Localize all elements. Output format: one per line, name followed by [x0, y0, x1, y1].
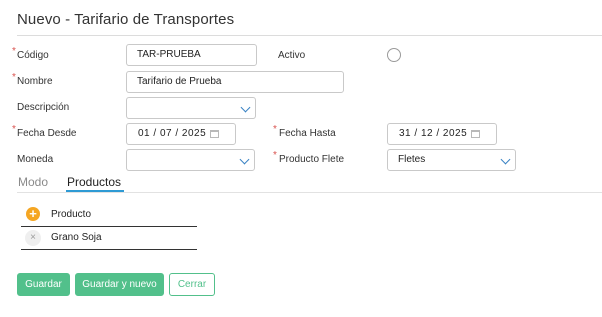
descripcion-label: Descripción — [17, 102, 70, 113]
activo-label: Activo — [278, 50, 306, 61]
fecha-hasta-input[interactable]: 31 / 12 / 2025 — [387, 123, 497, 145]
productos-grid: + Producto × Grano Soja — [21, 204, 197, 250]
calendar-icon[interactable] — [210, 130, 219, 138]
chevron-down-icon — [500, 154, 511, 165]
fecha-desde-label: Fecha Desde — [17, 128, 77, 139]
nombre-value: Tarifario de Prueba — [137, 76, 222, 87]
nombre-label: Nombre — [17, 76, 53, 87]
required-marker: * — [12, 46, 16, 57]
close-button[interactable]: Cerrar — [169, 273, 215, 296]
codigo-input[interactable]: TAR-PRUEBA — [126, 44, 257, 66]
grid-header-producto: Producto — [51, 209, 92, 220]
save-and-new-button[interactable]: Guardar y nuevo — [75, 273, 164, 296]
descripcion-select[interactable] — [126, 97, 256, 119]
producto-flete-select[interactable]: Fletes — [387, 149, 516, 171]
codigo-label: Código — [17, 50, 49, 61]
activo-toggle[interactable] — [387, 48, 401, 62]
producto-flete-label: Producto Flete — [279, 154, 345, 165]
required-marker: * — [273, 124, 277, 135]
calendar-icon[interactable] — [471, 130, 480, 138]
tabs-divider — [17, 192, 602, 193]
title-divider — [17, 35, 602, 36]
tab-modo[interactable]: Modo — [18, 175, 48, 189]
save-button[interactable]: Guardar — [17, 273, 70, 296]
plus-circle-icon[interactable]: + — [26, 207, 40, 221]
moneda-label: Moneda — [17, 154, 54, 165]
fecha-hasta-label: Fecha Hasta — [279, 128, 336, 139]
required-marker: * — [12, 72, 16, 83]
required-marker: * — [273, 150, 277, 161]
chevron-down-icon — [240, 102, 251, 113]
table-row: × Grano Soja — [21, 227, 197, 250]
codigo-value: TAR-PRUEBA — [137, 49, 201, 60]
fecha-desde-input[interactable]: 01 / 07 / 2025 — [126, 123, 236, 145]
moneda-select[interactable] — [126, 149, 255, 171]
producto-cell: Grano Soja — [51, 232, 102, 243]
nombre-input[interactable]: Tarifario de Prueba — [126, 71, 344, 93]
close-icon[interactable]: × — [25, 230, 41, 246]
required-marker: * — [12, 124, 16, 135]
fecha-hasta-value: 31 / 12 / 2025 — [399, 128, 468, 139]
producto-flete-value: Fletes — [398, 154, 426, 165]
fecha-desde-value: 01 / 07 / 2025 — [138, 128, 207, 139]
page-title: Nuevo - Tarifario de Transportes — [17, 11, 235, 28]
tab-productos[interactable]: Productos — [67, 175, 121, 189]
grid-header-row: + Producto — [21, 204, 197, 227]
chevron-down-icon — [239, 154, 250, 165]
